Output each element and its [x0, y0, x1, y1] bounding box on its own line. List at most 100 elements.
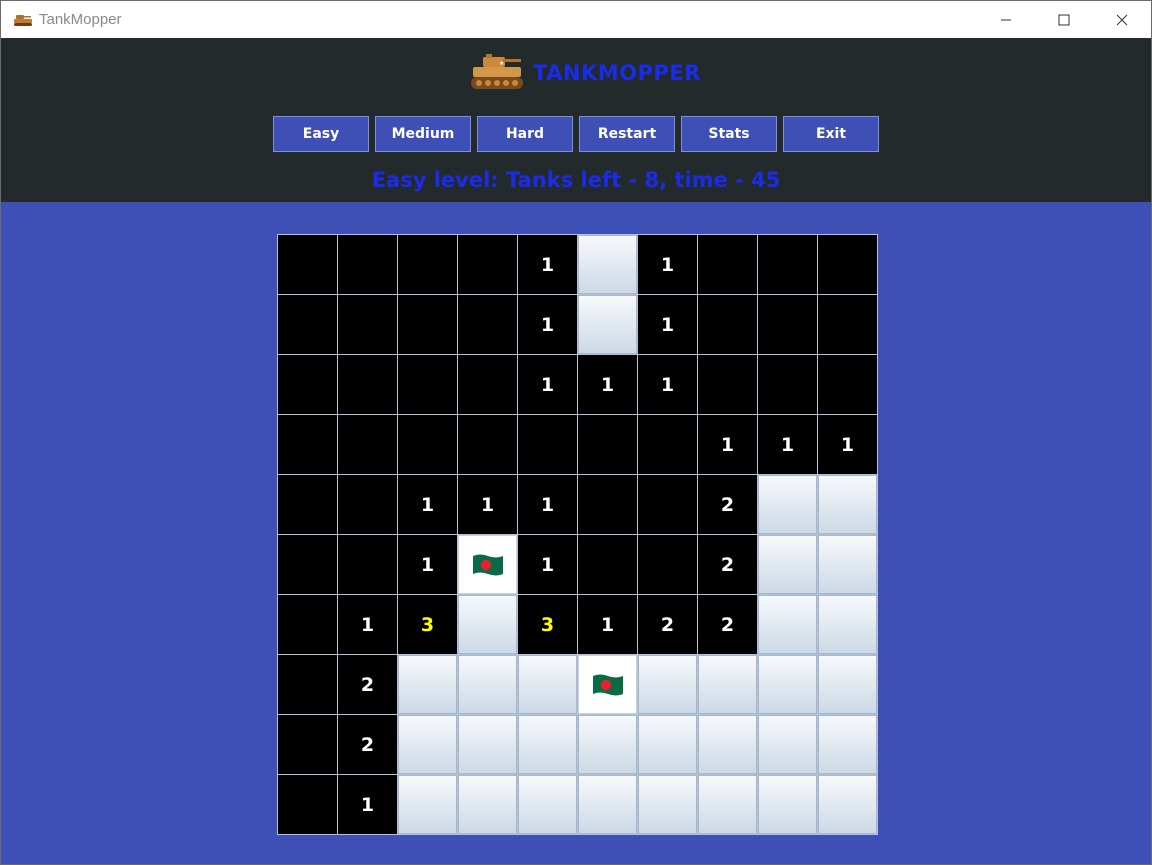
number-cell[interactable]: 3 [518, 595, 577, 654]
hidden-cell[interactable] [518, 775, 577, 834]
revealed-cell[interactable] [278, 715, 337, 774]
revealed-cell[interactable] [398, 235, 457, 294]
revealed-cell[interactable] [278, 595, 337, 654]
revealed-cell[interactable] [818, 295, 877, 354]
hidden-cell[interactable] [398, 775, 457, 834]
revealed-cell[interactable] [818, 355, 877, 414]
number-cell[interactable]: 3 [398, 595, 457, 654]
number-cell[interactable]: 1 [458, 475, 517, 534]
hidden-cell[interactable] [698, 775, 757, 834]
flagged-cell[interactable] [458, 535, 517, 594]
revealed-cell[interactable] [338, 475, 397, 534]
hidden-cell[interactable] [818, 775, 877, 834]
hidden-cell[interactable] [578, 715, 637, 774]
hidden-cell[interactable] [758, 715, 817, 774]
close-button[interactable] [1093, 1, 1151, 38]
revealed-cell[interactable] [338, 295, 397, 354]
number-cell[interactable]: 2 [698, 595, 757, 654]
revealed-cell[interactable] [698, 235, 757, 294]
revealed-cell[interactable] [578, 415, 637, 474]
number-cell[interactable]: 2 [638, 595, 697, 654]
revealed-cell[interactable] [638, 535, 697, 594]
hidden-cell[interactable] [818, 475, 877, 534]
revealed-cell[interactable] [758, 295, 817, 354]
hidden-cell[interactable] [818, 595, 877, 654]
number-cell[interactable]: 1 [518, 535, 577, 594]
flagged-cell[interactable] [578, 655, 637, 714]
revealed-cell[interactable] [638, 415, 697, 474]
revealed-cell[interactable] [458, 235, 517, 294]
stats-button[interactable]: Stats [681, 116, 777, 152]
minimize-button[interactable] [977, 1, 1035, 38]
revealed-cell[interactable] [458, 355, 517, 414]
hidden-cell[interactable] [578, 295, 637, 354]
medium-button[interactable]: Medium [375, 116, 471, 152]
number-cell[interactable]: 1 [638, 295, 697, 354]
revealed-cell[interactable] [398, 415, 457, 474]
revealed-cell[interactable] [698, 355, 757, 414]
number-cell[interactable]: 1 [398, 535, 457, 594]
hidden-cell[interactable] [698, 715, 757, 774]
hidden-cell[interactable] [758, 475, 817, 534]
revealed-cell[interactable] [278, 295, 337, 354]
number-cell[interactable]: 1 [338, 775, 397, 834]
hidden-cell[interactable] [758, 655, 817, 714]
hidden-cell[interactable] [458, 655, 517, 714]
maximize-button[interactable] [1035, 1, 1093, 38]
hidden-cell[interactable] [458, 595, 517, 654]
number-cell[interactable]: 1 [398, 475, 457, 534]
hidden-cell[interactable] [398, 655, 457, 714]
number-cell[interactable]: 1 [638, 235, 697, 294]
hidden-cell[interactable] [398, 715, 457, 774]
number-cell[interactable]: 2 [698, 475, 757, 534]
hidden-cell[interactable] [458, 715, 517, 774]
revealed-cell[interactable] [278, 355, 337, 414]
revealed-cell[interactable] [398, 355, 457, 414]
restart-button[interactable]: Restart [579, 116, 675, 152]
hidden-cell[interactable] [518, 715, 577, 774]
revealed-cell[interactable] [458, 295, 517, 354]
hard-button[interactable]: Hard [477, 116, 573, 152]
hidden-cell[interactable] [638, 715, 697, 774]
number-cell[interactable]: 1 [518, 235, 577, 294]
hidden-cell[interactable] [818, 655, 877, 714]
exit-button[interactable]: Exit [783, 116, 879, 152]
hidden-cell[interactable] [698, 655, 757, 714]
revealed-cell[interactable] [278, 235, 337, 294]
revealed-cell[interactable] [698, 295, 757, 354]
hidden-cell[interactable] [638, 775, 697, 834]
number-cell[interactable]: 2 [698, 535, 757, 594]
number-cell[interactable]: 2 [338, 715, 397, 774]
number-cell[interactable]: 1 [518, 295, 577, 354]
revealed-cell[interactable] [578, 535, 637, 594]
hidden-cell[interactable] [758, 595, 817, 654]
revealed-cell[interactable] [578, 475, 637, 534]
revealed-cell[interactable] [278, 415, 337, 474]
hidden-cell[interactable] [638, 655, 697, 714]
number-cell[interactable]: 1 [758, 415, 817, 474]
revealed-cell[interactable] [518, 415, 577, 474]
revealed-cell[interactable] [338, 535, 397, 594]
hidden-cell[interactable] [578, 775, 637, 834]
hidden-cell[interactable] [578, 235, 637, 294]
number-cell[interactable]: 1 [518, 355, 577, 414]
revealed-cell[interactable] [458, 415, 517, 474]
number-cell[interactable]: 1 [338, 595, 397, 654]
revealed-cell[interactable] [278, 535, 337, 594]
number-cell[interactable]: 1 [818, 415, 877, 474]
number-cell[interactable]: 1 [578, 595, 637, 654]
number-cell[interactable]: 1 [698, 415, 757, 474]
revealed-cell[interactable] [338, 235, 397, 294]
revealed-cell[interactable] [278, 775, 337, 834]
number-cell[interactable]: 2 [338, 655, 397, 714]
revealed-cell[interactable] [278, 475, 337, 534]
hidden-cell[interactable] [758, 775, 817, 834]
revealed-cell[interactable] [758, 355, 817, 414]
hidden-cell[interactable] [818, 715, 877, 774]
revealed-cell[interactable] [338, 415, 397, 474]
number-cell[interactable]: 1 [638, 355, 697, 414]
revealed-cell[interactable] [278, 655, 337, 714]
number-cell[interactable]: 1 [518, 475, 577, 534]
number-cell[interactable]: 1 [578, 355, 637, 414]
revealed-cell[interactable] [638, 475, 697, 534]
